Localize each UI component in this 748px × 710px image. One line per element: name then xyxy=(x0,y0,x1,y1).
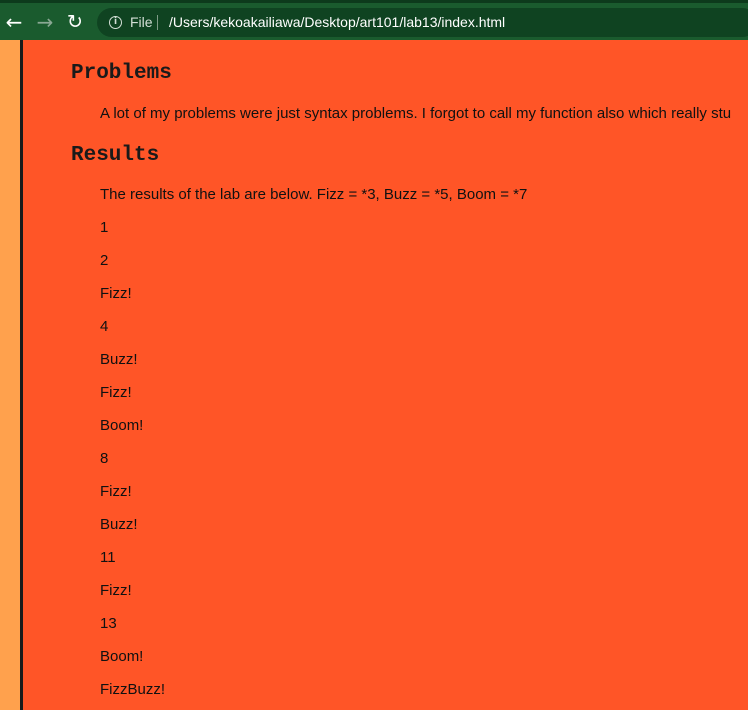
result-item: Boom! xyxy=(100,648,144,665)
result-item: Fizz! xyxy=(100,582,132,599)
results-heading: Results xyxy=(71,144,160,167)
address-divider xyxy=(157,15,158,30)
problems-heading: Problems xyxy=(71,62,172,85)
result-item: Fizz! xyxy=(100,384,132,401)
page-content: Problems A lot of my problems were just … xyxy=(20,40,748,710)
scheme-label: File xyxy=(130,14,153,30)
result-item: Buzz! xyxy=(100,516,138,533)
info-icon[interactable]: i xyxy=(109,16,122,29)
results-intro: The results of the lab are below. Fizz =… xyxy=(100,186,528,203)
reload-icon[interactable]: ↻ xyxy=(63,10,87,34)
result-item: 8 xyxy=(100,450,109,467)
result-item: Buzz! xyxy=(100,351,138,368)
results-list: 1 2 Fizz! 4 Buzz! Fizz! Boom! 8 Fizz! Bu… xyxy=(100,219,165,710)
result-item: Boom! xyxy=(100,417,144,434)
result-item: FizzBuzz! xyxy=(100,681,166,698)
url-text[interactable]: /Users/kekoakailiawa/Desktop/art101/lab1… xyxy=(169,14,505,30)
browser-toolbar: ← → ↻ i File /Users/kekoakailiawa/Deskto… xyxy=(0,0,748,40)
result-item: Fizz! xyxy=(100,483,132,500)
result-item: 4 xyxy=(100,318,109,335)
problems-paragraph: A lot of my problems were just syntax pr… xyxy=(100,105,732,122)
result-item: 2 xyxy=(100,252,109,269)
result-item: 13 xyxy=(100,615,117,632)
result-item: 1 xyxy=(100,219,109,236)
address-bar[interactable]: i File /Users/kekoakailiawa/Desktop/art1… xyxy=(97,8,748,37)
forward-arrow-icon[interactable]: → xyxy=(33,10,57,34)
result-item: 11 xyxy=(100,549,116,566)
back-arrow-icon[interactable]: ← xyxy=(2,10,26,34)
result-item: Fizz! xyxy=(100,285,132,302)
